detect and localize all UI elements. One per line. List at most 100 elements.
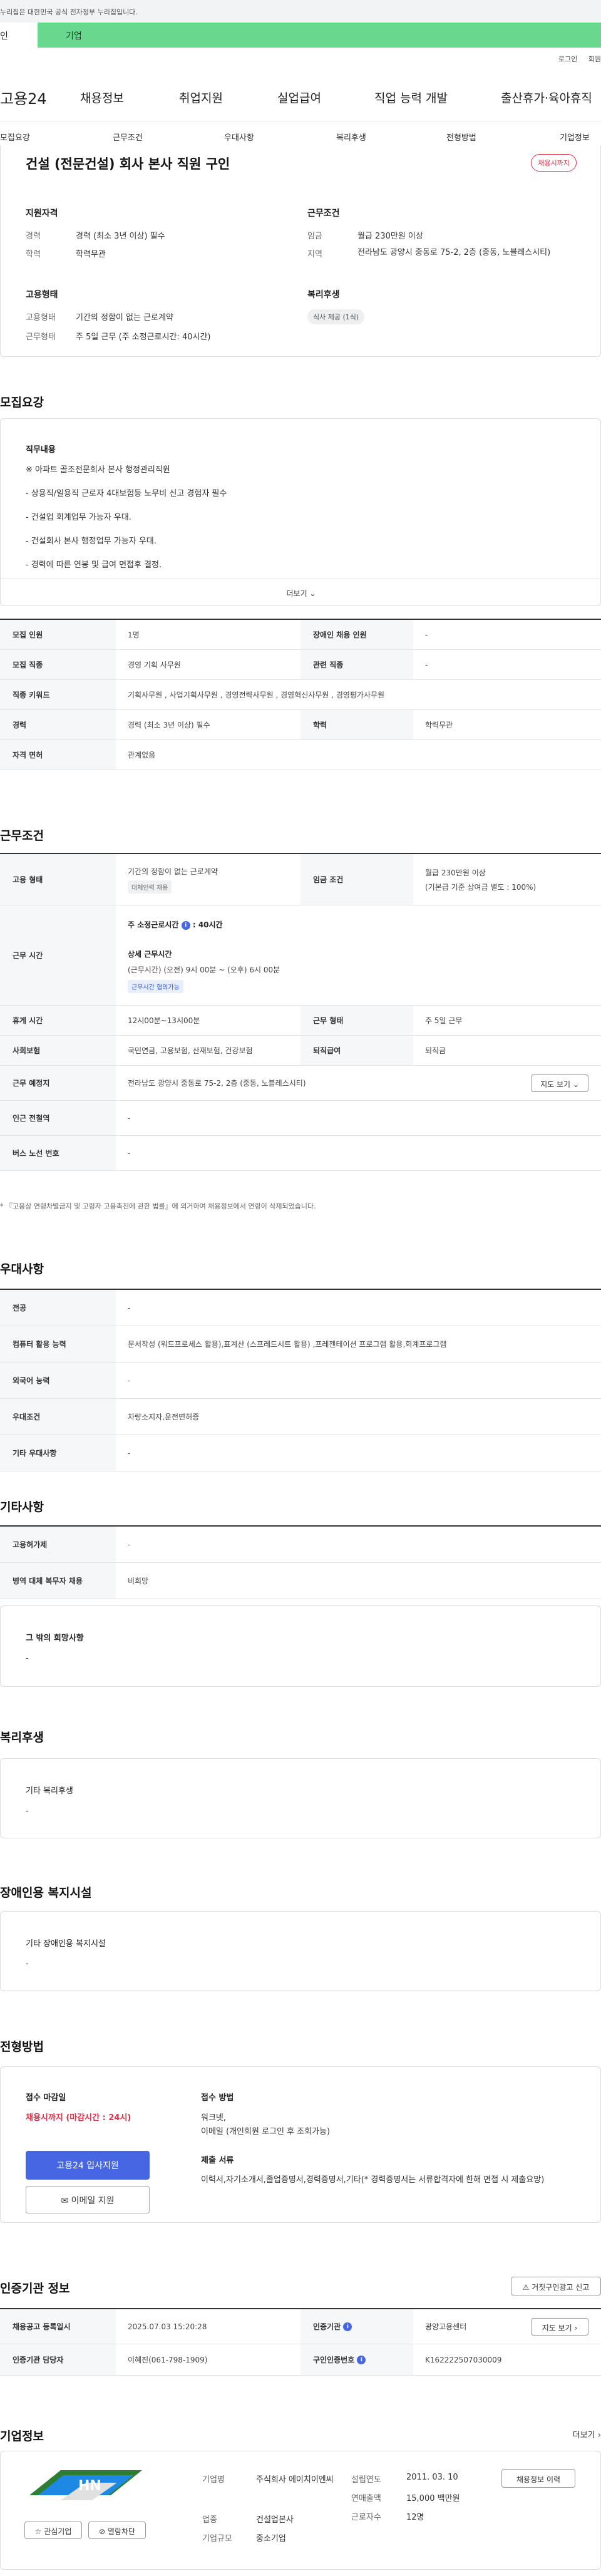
table-row: 기타 우대사항 - — [0, 1435, 601, 1471]
util-links: 로그인 회원 — [550, 54, 601, 64]
site-logo[interactable]: 고용24 — [0, 86, 47, 108]
tab-company[interactable]: 기업 — [38, 23, 601, 48]
wage-label: 임금 — [307, 232, 322, 241]
table-row: 채용공고 등록일시 2025.07.03 15:20:28 인증기관 i 광양고… — [0, 2309, 601, 2344]
row-value: 12시00분~13시00분 — [128, 1016, 200, 1025]
org-map-button[interactable]: 지도 보기 › — [531, 2318, 588, 2336]
company-box: HN ☆ 관심기업 ⊘ 열람차단 기업명 주식회사 에이치이엔씨 업종 건설업본… — [0, 2451, 601, 2570]
preference-table: 전공 - 컴퓨터 활용 능력 문서작성 (워드프로세스 활용),표계산 (스프레… — [0, 1289, 601, 1471]
duty-more-button[interactable]: 더보기 ⌄ — [1, 579, 601, 606]
tab-personal[interactable]: 인 — [0, 23, 38, 48]
company-section-title: 기업정보 — [0, 2429, 44, 2443]
tab-selection[interactable]: 전형방법 — [446, 131, 476, 143]
tab-welfare[interactable]: 복리후생 — [336, 131, 366, 143]
age-notice: * 『고용상 연령차별금지 및 고령자 고용촉진에 관한 법률』에 의거하여 채… — [0, 1202, 316, 1210]
row-value: - — [128, 1303, 131, 1312]
row-value: 국민연금, 고용보험, 산재보험, 건강보험 — [128, 1046, 253, 1055]
row-value: 관계없음 — [128, 751, 156, 760]
row-header: 근무 형태 — [300, 1006, 413, 1035]
table-row: 근무 예정지 전라남도 광양시 중동로 75-2, 2층 (중동, 노블레스시티… — [0, 1066, 601, 1101]
gnb-item-unemployment-benefit[interactable]: 실업급여 — [277, 89, 321, 106]
scale-value: 중소기업 — [256, 2534, 286, 2543]
row-value: - — [128, 1148, 131, 1158]
apply-button[interactable]: 고용24 입사지원 — [26, 2151, 150, 2180]
tab-conditions[interactable]: 근무조건 — [113, 131, 143, 143]
star-icon: ☆ — [34, 2527, 42, 2536]
cert-section-title: 인증기관 정보 — [0, 2282, 70, 2295]
gnb-item-jobs[interactable]: 채용정보 — [80, 89, 124, 106]
table-row: 컴퓨터 활용 능력 문서작성 (워드프로세스 활용),표계산 (스프레드시트 활… — [0, 1326, 601, 1363]
disabled-section-title: 장애인용 복지시설 — [0, 1886, 92, 1900]
gnb-item-employment-support[interactable]: 취업지원 — [179, 89, 223, 106]
login-link[interactable]: 로그인 — [558, 55, 577, 63]
row-header: 근무 예정지 — [0, 1066, 116, 1100]
info-icon[interactable]: i — [343, 2322, 352, 2331]
method-title: 접수 방법 — [201, 2093, 234, 2103]
row-header: 직종 키워드 — [0, 680, 116, 709]
user-type-tabs: 인 기업 — [0, 23, 601, 48]
employ-type-label: 고용형태 — [26, 313, 56, 322]
table-row: 휴게 시간 12시00분~13시00분 근무 형태 주 5일 근무 — [0, 1006, 601, 1036]
career-label: 경력 — [26, 232, 41, 241]
region-value: 전라남도 광양시 중동로 75-2, 2층 (중동, 노블레스시티) — [357, 248, 551, 257]
table-row: 사회보험 국민연금, 고용보험, 산재보험, 건강보험 퇴직급여 퇴직금 — [0, 1036, 601, 1066]
table-row: 외국어 능력 - — [0, 1363, 601, 1399]
signup-link[interactable]: 회원 — [588, 55, 601, 63]
block-button[interactable]: ⊘ 열람차단 — [88, 2522, 146, 2539]
company-more-link[interactable]: 더보기 › — [573, 2428, 601, 2440]
map-button[interactable]: 지도 보기 ⌄ — [531, 1074, 588, 1092]
row-value: 이혜진(061-798-1909) — [128, 2356, 208, 2364]
info-icon[interactable]: i — [181, 920, 190, 930]
org-label: 인증기관 — [313, 2322, 341, 2331]
method-line: 워크넷, — [201, 2113, 227, 2123]
gnb-item-skills[interactable]: 직업 능력 개발 — [374, 89, 448, 106]
row-header: 인증기관 담당자 — [0, 2344, 116, 2375]
table-row: 자격 면허 관계없음 — [0, 740, 601, 770]
welfare-heading: 복리후생 — [307, 290, 340, 300]
row-header: 병역 대체 복무자 채용 — [0, 1563, 116, 1599]
row-header: 고용허가제 — [0, 1527, 116, 1562]
table-row: 인증기관 담당자 이혜진(061-798-1909) 구인인증번호 i K162… — [0, 2344, 601, 2376]
row-header: 자격 면허 — [0, 740, 116, 770]
report-button[interactable]: ⚠ 거짓구인광고 신고 — [511, 2277, 601, 2295]
benefit-value: - — [26, 1806, 29, 1816]
row-value: 차량소지자,운전면허증 — [128, 1413, 200, 1421]
founded-value: 2011. 03. 10 — [406, 2473, 458, 2482]
wish-box: 그 밖의 희망사항 - — [0, 1605, 601, 1687]
etc-section-title: 기타사항 — [0, 1500, 44, 1514]
tab-preference[interactable]: 우대사항 — [224, 131, 254, 143]
warning-icon: ⚠ — [522, 2283, 530, 2292]
row-value: 주 5일 근무 — [425, 1016, 463, 1025]
benefit-box: 기타 복리후생 - — [0, 1758, 601, 1838]
gnb-item-parental-leave[interactable]: 출산휴가·육아휴직 — [501, 89, 592, 106]
row-value: - — [128, 1376, 131, 1385]
recruit-table: 모집 인원 1명 장애인 채용 인원 - 모집 직종 경영 기획 사무원 관련 … — [0, 619, 601, 770]
table-row: 병역 대체 복무자 채용 비희망 — [0, 1563, 601, 1599]
duty-heading: 직무내용 — [26, 445, 56, 455]
email-apply-button[interactable]: ✉ 이메일 지원 — [26, 2186, 150, 2213]
interest-label: 관심기업 — [44, 2527, 72, 2536]
interest-button[interactable]: ☆ 관심기업 — [24, 2522, 82, 2539]
etc-table: 고용허가제 - 병역 대체 복무자 채용 비희망 — [0, 1525, 601, 1599]
employees-label: 근로자수 — [351, 2513, 381, 2522]
info-icon[interactable]: i — [357, 2355, 366, 2364]
row-header: 관련 직종 — [300, 650, 413, 679]
tab-company[interactable]: 기업정보 — [560, 131, 590, 143]
duty-line: - 상용직/일용직 근로자 4대보험등 노무비 신고 경험자 필수 — [26, 489, 227, 498]
row-header: 임금 조건 — [300, 854, 413, 905]
jobno-label: 구인인증번호 — [313, 2356, 355, 2364]
row-header: 컴퓨터 활용 능력 — [0, 1326, 116, 1362]
welfare-tag: 식사 제공 (1식) — [307, 309, 365, 324]
history-button[interactable]: 채용정보 이력 — [501, 2469, 575, 2488]
row-header: 장애인 채용 인원 — [300, 620, 413, 649]
founded-label: 설립연도 — [351, 2475, 381, 2485]
employ-heading: 고용형태 — [26, 290, 58, 300]
duty-line: - 경력에 따른 연봉 및 급여 면접후 결정. — [26, 560, 162, 570]
row-header: 모집 인원 — [0, 620, 116, 649]
row-header: 모집 직종 — [0, 650, 116, 679]
tab-company-label: 기업 — [66, 31, 82, 41]
tab-recruit[interactable]: 모집요강 — [0, 131, 30, 143]
hours-value: : 40시간 — [192, 920, 223, 929]
row-header: 사회보험 — [0, 1036, 116, 1065]
wish-title: 그 밖의 희망사항 — [26, 1634, 84, 1643]
